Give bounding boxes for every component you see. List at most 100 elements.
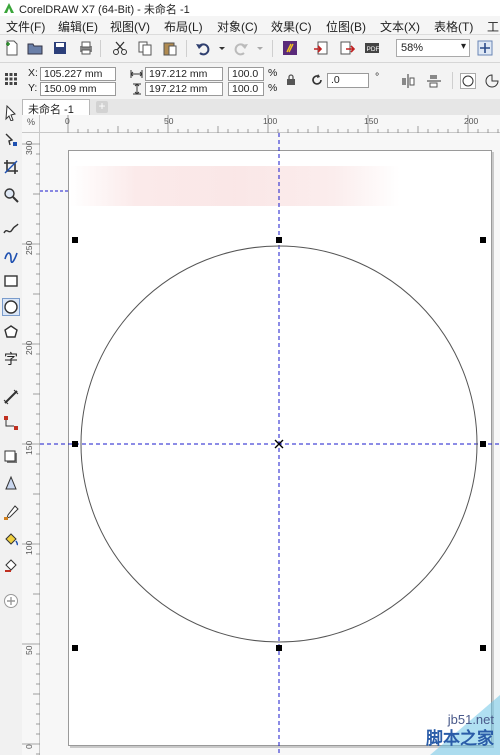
window-title: CorelDRAW X7 (64-Bit) - 未命名 -1 [19,4,190,16]
lock-ratio-icon[interactable] [286,74,296,86]
undo-dropdown-icon[interactable] [214,40,230,56]
vertical-ruler[interactable]: 300 250 200 150 100 50 0 [22,133,40,755]
mirror-horizontal-icon[interactable] [400,73,416,89]
menu-object[interactable]: 对象(C) [217,18,258,35]
export-icon[interactable] [339,40,355,56]
object-height-field[interactable]: 197.212 mm [145,82,223,96]
interactive-fill-tool-icon[interactable] [3,531,19,547]
title-bar: CorelDRAW X7 (64-Bit) - 未命名 -1 [0,0,500,16]
ruler-label: 50 [164,116,174,126]
horizontal-ruler[interactable]: 0 50 100 150 200 [40,115,500,133]
menu-layout[interactable]: 布局(L) [164,18,203,35]
toolbox: 字 [0,99,23,755]
rotation-angle-field[interactable]: .0 [327,73,369,88]
y-position-label: Y: [28,82,38,94]
color-eyedropper-tool-icon[interactable] [3,505,19,521]
degree-symbol: ° [375,71,380,83]
mirror-vertical-icon[interactable] [426,73,442,89]
menu-bar: 文件(F) 编辑(E) 视图(V) 布局(L) 对象(C) 效果(C) 位图(B… [0,16,500,35]
y-position-field[interactable]: 150.09 mm [40,82,116,96]
shape-tool-icon[interactable] [3,132,19,148]
ruler-label: 0 [65,116,70,126]
new-document-icon[interactable] [4,40,20,56]
ruler-label: 0 [24,744,34,749]
ruler-label: 200 [464,116,479,126]
smart-fill-tool-icon[interactable] [3,557,19,573]
x-position-label: X: [28,67,38,79]
print-icon[interactable] [78,40,94,56]
save-icon[interactable] [52,40,68,56]
toolbar-separator [186,40,187,57]
scale-x-percent: % [268,67,278,79]
ruler-label: 150 [364,116,379,126]
text-tool-icon[interactable]: 字 [3,352,19,368]
publish-pdf-icon[interactable]: PDF [364,40,380,56]
pick-tool-icon[interactable] [3,105,19,121]
zoom-level-select[interactable]: 58% ▾ [396,39,470,57]
document-tab[interactable]: 未命名 -1 [22,99,90,116]
document-page[interactable] [68,150,492,746]
ellipse-tool-icon[interactable] [2,298,20,316]
freehand-tool-icon[interactable] [3,221,19,237]
width-icon [130,70,143,78]
ruler-label: 250 [24,240,34,255]
open-icon[interactable] [27,40,43,56]
undo-icon[interactable] [195,40,211,56]
import-icon[interactable] [313,40,329,56]
menu-table[interactable]: 表格(T) [434,18,473,35]
scale-x-field[interactable]: 100.0 [228,67,264,81]
zoom-tool-icon[interactable] [3,187,19,203]
menu-file[interactable]: 文件(F) [6,18,45,35]
ruler-origin-corner[interactable]: % [22,115,40,133]
ruler-units-symbol: % [27,117,36,127]
connector-tool-icon[interactable] [3,415,19,431]
search-content-icon[interactable] [282,40,298,56]
crop-tool-icon[interactable] [3,159,19,175]
ruler-label: 50 [24,645,34,655]
document-tab-bar: 未命名 -1 + [22,99,500,116]
svg-text:PDF: PDF [367,46,380,53]
ruler-label: 300 [24,140,34,155]
rotate-icon [312,74,322,85]
copy-icon[interactable] [137,40,153,56]
ellipse-mode-icon[interactable] [460,73,476,89]
scale-y-field[interactable]: 100.0 [228,82,264,96]
toolbar-separator [100,40,101,57]
menu-bitmaps[interactable]: 位图(B) [326,18,366,35]
chevron-down-icon: ▾ [460,41,466,52]
redo-dropdown-icon[interactable] [252,40,268,56]
property-bar: X: 105.227 mm Y: 150.09 mm 197.212 mm 19… [0,63,500,100]
app-launcher-icon[interactable] [477,40,493,56]
transparency-tool-icon[interactable] [3,475,19,491]
ruler-label: 100 [24,540,34,555]
watermark-name: 脚本之家 [426,729,494,749]
pie-mode-icon[interactable] [484,73,500,89]
menu-tools[interactable]: 工 [487,18,499,35]
cut-icon[interactable] [112,40,128,56]
menu-edit[interactable]: 编辑(E) [58,18,98,35]
add-tool-icon[interactable] [3,593,19,609]
x-position-field[interactable]: 105.227 mm [40,67,116,81]
height-icon [133,83,141,95]
menu-text[interactable]: 文本(X) [380,18,420,35]
toolbar-separator [272,40,273,57]
polygon-tool-icon[interactable] [3,324,19,340]
redo-icon[interactable] [233,40,249,56]
object-width-field[interactable]: 197.212 mm [145,67,223,81]
ruler-label: 200 [24,340,34,355]
ruler-label: 150 [24,440,34,455]
ruler-label: 100 [263,116,278,126]
rectangle-tool-icon[interactable] [3,273,19,289]
zoom-level-value: 58% [401,42,424,54]
blurred-region [70,166,400,206]
standard-toolbar: PDF 58% ▾ [0,35,500,63]
reference-point-icon[interactable] [4,72,18,86]
scale-y-percent: % [268,82,278,94]
drop-shadow-tool-icon[interactable] [3,449,19,465]
menu-view[interactable]: 视图(V) [110,18,150,35]
menu-effects[interactable]: 效果(C) [271,18,312,35]
parallel-dimension-tool-icon[interactable] [3,389,19,405]
smart-drawing-tool-icon[interactable] [3,247,19,263]
add-document-tab-button[interactable]: + [96,100,108,113]
paste-icon[interactable] [162,40,178,56]
